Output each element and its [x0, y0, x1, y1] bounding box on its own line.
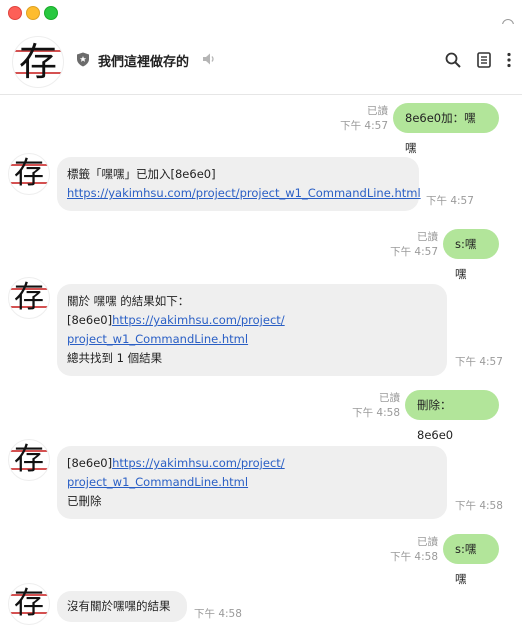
message-time: 下午 4:57 [426, 195, 474, 207]
message-text: 沒有關於嘿嘿的結果 [67, 599, 171, 613]
search-icon[interactable] [444, 51, 462, 69]
message-link[interactable]: project_w1_CommandLine.html [67, 475, 248, 489]
message-text: 標籤「嘿嘿」已加入[8e6e0] [67, 167, 216, 181]
sender-avatar[interactable]: 存 [8, 153, 50, 195]
avatar-glyph: 存 [14, 280, 44, 315]
close-window-button[interactable] [8, 6, 22, 20]
message-text: 8e6e0加：嘿嘿 [405, 111, 476, 155]
message-meta: 已讀 下午 4:57 [330, 104, 388, 134]
avatar-glyph: 存 [14, 442, 44, 477]
notes-icon[interactable] [475, 51, 493, 69]
message-link[interactable]: https://yakimhsu.com/project/ [112, 456, 285, 470]
message-text: 關於 嘿嘿 的結果如下： [67, 294, 190, 308]
sender-avatar[interactable]: 存 [8, 277, 50, 319]
chat-avatar[interactable]: 存 [12, 36, 64, 88]
chat-title: 我們這裡做存的 [98, 55, 190, 70]
incoming-message-bubble[interactable]: 關於 嘿嘿 的結果如下： [8e6e0]https://yakimhsu.com… [57, 284, 447, 376]
read-receipt: 已讀 [367, 105, 388, 117]
incoming-message-bubble[interactable]: 標籤「嘿嘿」已加入[8e6e0] https://yakimhsu.com/pr… [57, 157, 421, 211]
message-text: s:嘿嘿 [455, 237, 477, 281]
message-meta: 已讀 下午 4:58 [342, 391, 400, 421]
message-time: 下午 4:58 [194, 608, 242, 620]
message-time: 下午 4:57 [455, 356, 503, 368]
message-time: 下午 4:57 [390, 246, 438, 258]
message-meta: 已讀 下午 4:58 [382, 535, 438, 565]
message-time: 下午 4:57 [340, 120, 388, 132]
avatar-glyph: 存 [14, 586, 44, 621]
zoom-window-button[interactable] [44, 6, 58, 20]
message-time: 下午 4:58 [455, 500, 503, 512]
message-time: 下午 4:58 [390, 551, 438, 563]
sender-avatar[interactable]: 存 [8, 583, 50, 625]
outgoing-message-bubble[interactable]: s:嘿嘿 [443, 229, 499, 281]
message-link[interactable]: project_w1_CommandLine.html [67, 332, 248, 346]
message-text: [8e6e0] [67, 456, 113, 470]
message-time: 下午 4:58 [352, 407, 400, 419]
avatar-glyph: 存 [14, 156, 44, 191]
window-titlebar [0, 0, 522, 24]
read-receipt: 已讀 [417, 231, 438, 243]
message-link[interactable]: https://yakimhsu.com/project/project_w1_… [67, 186, 421, 200]
avatar-glyph: 存 [18, 40, 57, 84]
speaker-muted-icon [203, 53, 214, 65]
outgoing-message-bubble[interactable]: s:嘿嘿 [443, 534, 499, 586]
minimize-window-button[interactable] [26, 6, 40, 20]
message-text: s:嘿嘿 [455, 542, 477, 586]
incoming-message-bubble[interactable]: [8e6e0]https://yakimhsu.com/project/ pro… [57, 446, 447, 519]
chat-header: 存 我們這裡做存的 [0, 24, 522, 95]
message-text: 已刪除 [67, 494, 102, 508]
read-receipt: 已讀 [379, 392, 400, 404]
more-vertical-icon[interactable] [500, 51, 518, 69]
incoming-message-bubble[interactable]: 沒有關於嘿嘿的結果 [57, 591, 187, 622]
outgoing-message-bubble[interactable]: 刪除：8e6e0 [405, 390, 499, 442]
message-text: [8e6e0] [67, 313, 113, 327]
message-text: 刪除：8e6e0 [417, 398, 454, 442]
message-text: 總共找到 1 個結果 [67, 351, 163, 365]
read-receipt: 已讀 [417, 536, 438, 548]
shield-icon [77, 52, 89, 67]
message-link[interactable]: https://yakimhsu.com/project/ [112, 313, 285, 327]
outgoing-message-bubble[interactable]: 8e6e0加：嘿嘿 [393, 103, 499, 155]
sender-avatar[interactable]: 存 [8, 439, 50, 481]
message-meta: 已讀 下午 4:57 [382, 230, 438, 260]
